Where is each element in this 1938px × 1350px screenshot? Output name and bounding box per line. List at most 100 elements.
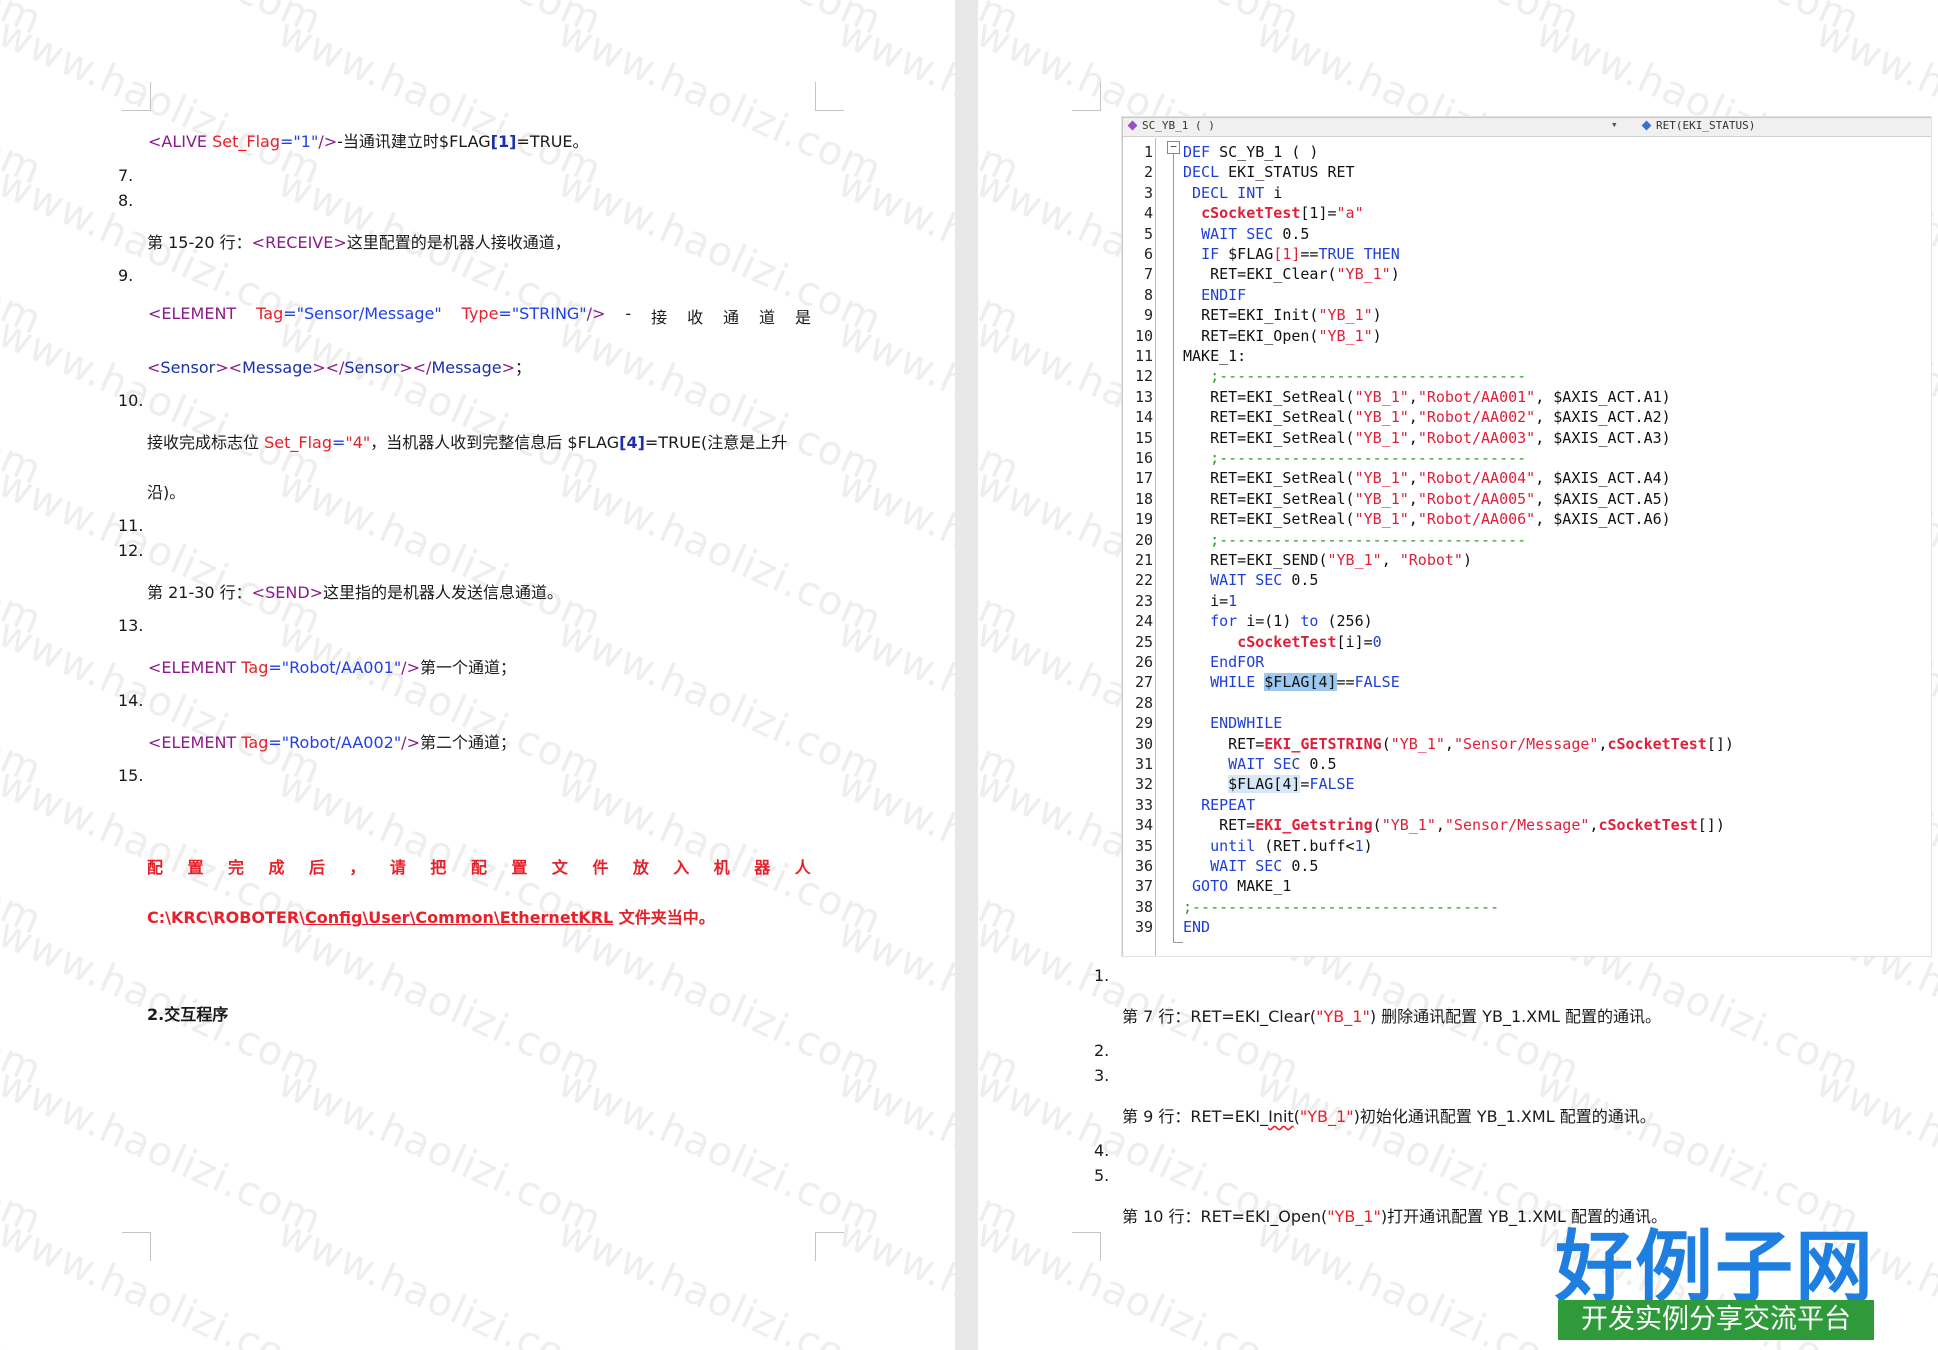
watermark-text: www.haolizi.com: [0, 1060, 329, 1244]
code-line: ENDIF: [1201, 285, 1247, 304]
code-line: WAIT SEC 0.5: [1228, 755, 1337, 773]
xml-value: "Robot/AA001": [281, 658, 402, 677]
xml-tag: <RECEIVE>: [251, 233, 347, 252]
xml-tag: <ELEMENT: [148, 658, 242, 677]
crop-mark: [1072, 1232, 1101, 1261]
xml-value: "4": [345, 433, 371, 452]
char: 成: [268, 858, 285, 877]
code-line: RET=EKI_SetReal("YB_1","Robot/AA002", $A…: [1210, 408, 1671, 427]
crop-mark: [815, 1232, 844, 1261]
watermark-text: www.haolizi.com: [551, 910, 889, 1094]
watermark-text: www.haolizi.com: [0, 760, 49, 944]
xml-close: />: [318, 132, 338, 151]
watermark-text: www.haolizi.com: [0, 0, 49, 44]
code-line: RET=EKI_Open("YB_1"): [1201, 326, 1382, 345]
line-number: 27: [1134, 673, 1153, 692]
xml-value: "Sensor/Message": [296, 304, 442, 323]
watermark-text: www.haolizi.com: [831, 310, 955, 494]
receive-done-line-2: 沿)。: [147, 483, 186, 502]
explanation-line-9: 第 9 行：RET=EKI_Init("YB_1")初始化通讯配置 YB_1.X…: [1122, 1103, 1656, 1127]
crop-mark: [1072, 82, 1101, 111]
line-number: 29: [1134, 714, 1153, 733]
list-number: 7.: [118, 166, 134, 185]
code-line: WAIT SEC 0.5: [1210, 857, 1319, 875]
xml-value: "1": [293, 132, 319, 151]
watermark-text: www.haolizi.com: [271, 460, 609, 644]
watermark-text: www.haolizi.com: [831, 1060, 955, 1244]
note-line: 配 置 完 成 后 ， 请 把 配 置 文 件 放 入 机 器 人: [147, 854, 811, 878]
fold-guide: [1173, 154, 1174, 942]
spellcheck-word: Init: [1268, 1107, 1294, 1126]
line-number: 17: [1134, 469, 1153, 488]
watermark-text: www.haolizi.com: [0, 460, 49, 644]
chevron-down-icon[interactable]: ▾: [1611, 118, 1618, 131]
code-line: for i=(1) to (256): [1210, 612, 1373, 631]
path-part: User: [368, 908, 410, 927]
xml-eq: =: [283, 304, 297, 323]
send-desc: 这里指的是机器人发送信息通道。: [323, 583, 564, 602]
watermark-text: www.haolizi.com: [551, 460, 889, 644]
watermark-text: www.haolizi.com: [551, 310, 889, 494]
code-line: ;----------------------------------: [1210, 530, 1527, 549]
flag-index: 4: [626, 433, 638, 452]
code-line: DECL EKI_STATUS RET: [1183, 163, 1355, 182]
variable-dropdown[interactable]: RET(EKI_STATUS): [1641, 119, 1756, 132]
line-number: 1: [1143, 143, 1153, 161]
watermark-text: www.haolizi.com: [831, 460, 955, 644]
sensor-message-line: <Sensor><Message></Sensor></Message>；: [147, 354, 531, 378]
watermark-text: www.haolizi.com: [0, 610, 329, 794]
watermark-text: www.haolizi.com: [0, 0, 329, 44]
line-number: 5: [1143, 224, 1153, 243]
watermark-text: www.haolizi.com: [978, 1210, 1027, 1350]
char: 人: [794, 858, 811, 877]
crop-mark: [815, 82, 844, 111]
variable-name: RET(EKI_STATUS): [1656, 119, 1756, 132]
watermark-text: www.haolizi.com: [978, 0, 1027, 44]
code-line: RET=EKI_SetReal("YB_1","Robot/AA004", $A…: [1210, 469, 1671, 488]
xml-attr: Tag: [241, 733, 269, 752]
list-number: 11.: [118, 516, 144, 535]
procedure-dropdown[interactable]: SC_YB_1 ( ): [1127, 119, 1215, 132]
line-number: 6: [1143, 245, 1153, 263]
receive-desc: 这里配置的是机器人接收通道，: [346, 233, 571, 252]
line-number: 7: [1143, 265, 1153, 284]
code-line: RET=EKI_SetReal("YB_1","Robot/AA003", $A…: [1210, 428, 1671, 447]
char: 完: [227, 858, 244, 877]
watermark-text: www.haolizi.com: [1529, 0, 1867, 44]
alive-desc-tail: =TRUE。: [516, 132, 589, 151]
watermark-text: www.haolizi.com: [978, 910, 1027, 1094]
crop-mark: [122, 82, 151, 111]
fold-toggle-icon[interactable]: −: [1167, 141, 1180, 154]
path-part: Common: [415, 908, 494, 927]
element-aa002-line: <ELEMENT Tag="Robot/AA002"/>第二个通道；: [148, 729, 516, 753]
watermark-text: www.haolizi.com: [978, 0, 1307, 44]
code-line: RET=EKI_SetReal("YB_1","Robot/AA001", $A…: [1210, 387, 1671, 406]
code-line: END: [1183, 918, 1211, 937]
list-number: 4.: [1094, 1141, 1110, 1160]
site-logo-subtitle: 开发实例分享交流平台: [1558, 1300, 1874, 1340]
desc: 第二个通道；: [419, 733, 516, 752]
xml-eq: =: [331, 433, 346, 452]
watermark-text: www.haolizi.com: [1809, 0, 1938, 44]
line-number: 13: [1134, 387, 1153, 406]
line-ref: 第 21-30 行：: [147, 583, 252, 602]
desc: =TRUE(注意是上升: [644, 433, 788, 452]
xml-eq: =: [268, 733, 282, 752]
line-number: 37: [1134, 877, 1153, 896]
desc: 第一个通道；: [419, 658, 516, 677]
note-path-line: C:\KRC\ROBOTER\Config\User\Common\Ethern…: [147, 904, 715, 928]
line-number: 38: [1134, 897, 1153, 916]
watermark-text: www.haolizi.com: [831, 910, 955, 1094]
line-number: 21: [1134, 551, 1153, 569]
code-line: DEF SC_YB_1 ( ): [1183, 143, 1319, 161]
line-number: 30: [1134, 734, 1153, 753]
desc: ，当机器人收到完整信息后 $FLAG: [370, 433, 620, 452]
code-line: RET=EKI_SetReal("YB_1","Robot/AA005", $A…: [1210, 489, 1671, 508]
char: 请: [389, 858, 406, 877]
code-line: until (RET.buff<1): [1210, 836, 1373, 855]
code-line: DECL INT i: [1192, 183, 1283, 202]
line-number: 15: [1134, 428, 1153, 447]
watermark-text: www.haolizi.com: [978, 460, 1027, 644]
path-part: C:\KRC\ROBOTER\: [147, 908, 306, 927]
string-literal: "YB_1": [1316, 1007, 1370, 1026]
